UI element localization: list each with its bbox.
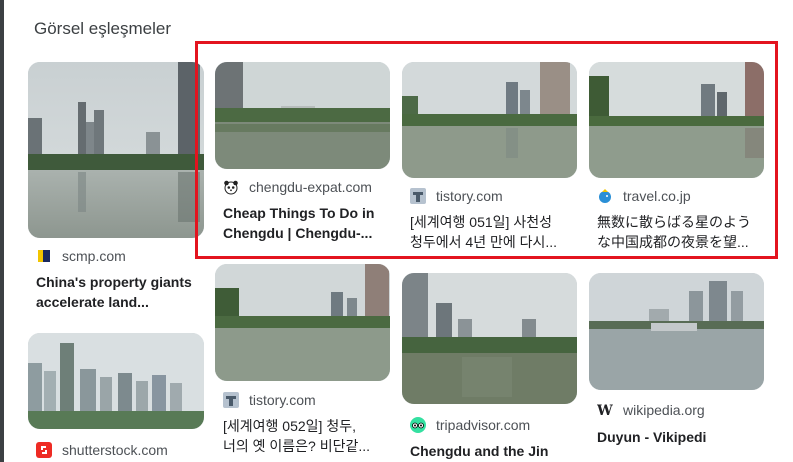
result-title[interactable]: 無数に散らばる星のよう な中国成都の夜景を望...	[597, 212, 772, 252]
source-domain: travel.co.jp	[623, 188, 691, 204]
tripadvisor-icon	[410, 417, 426, 433]
result-source[interactable]: shutterstock.com	[36, 441, 168, 459]
image-result-card-tripadvisor[interactable]: tripadvisor.com Chengdu and the Jin	[402, 273, 577, 462]
result-thumbnail[interactable]	[589, 273, 764, 390]
image-result-card-tistory-052[interactable]: tistory.com [세계여행 052일] 청두, 너의 옛 이름은? 비단…	[215, 264, 390, 462]
result-thumbnail[interactable]	[215, 264, 390, 381]
result-title-line: [세계여행 052일] 청두,	[223, 418, 356, 434]
result-title[interactable]: [세계여행 052일] 청두, 너의 옛 이름은? 비단같...	[223, 416, 398, 456]
image-result-card-tistory-051[interactable]: tistory.com [세계여행 051일] 사천성 청두에서 4년 만에 다…	[402, 62, 577, 252]
result-source[interactable]: scmp.com	[36, 247, 126, 265]
result-source[interactable]: tripadvisor.com	[410, 416, 530, 434]
image-result-card-chengdu-expat[interactable]: chengdu-expat.com Cheap Things To Do in …	[215, 62, 390, 252]
source-domain: shutterstock.com	[62, 442, 168, 458]
visual-matches-title: Görsel eşleşmeler	[34, 19, 171, 38]
result-thumbnail[interactable]	[402, 62, 577, 178]
image-result-card-shutterstock[interactable]: shutterstock.com	[28, 333, 204, 462]
image-result-card-scmp[interactable]: scmp.com China's property giants acceler…	[28, 62, 204, 317]
result-title[interactable]: [세계여행 051일] 사천성 청두에서 4년 만에 다시...	[410, 212, 585, 252]
source-domain: tistory.com	[249, 392, 316, 408]
result-thumbnail[interactable]	[589, 62, 764, 178]
shutterstock-icon	[36, 442, 52, 458]
result-title[interactable]: Cheap Things To Do in Chengdu | Chengdu-…	[223, 203, 398, 243]
source-domain: tistory.com	[436, 188, 503, 204]
result-title-line: Cheap Things To Do in	[223, 205, 375, 221]
svg-text:W: W	[597, 403, 613, 418]
result-source[interactable]: chengdu-expat.com	[223, 178, 372, 196]
result-thumbnail[interactable]	[28, 62, 204, 238]
result-thumbnail[interactable]	[28, 333, 204, 429]
source-domain: scmp.com	[62, 248, 126, 264]
result-title[interactable]: China's property giants accelerate land.…	[36, 272, 212, 312]
result-source[interactable]: travel.co.jp	[597, 187, 691, 205]
scmp-icon	[36, 248, 52, 264]
result-title-line: Chengdu and the Jin	[410, 443, 549, 459]
result-title[interactable]: Chengdu and the Jin	[410, 441, 585, 461]
travel-bird-icon	[597, 188, 613, 204]
result-thumbnail[interactable]	[402, 273, 577, 404]
result-title-line: 너의 옛 이름은? 비단같...	[223, 438, 371, 454]
result-title-line: 無数に散らばる星のよう	[597, 214, 751, 230]
source-domain: chengdu-expat.com	[249, 179, 372, 195]
wikipedia-icon: W	[597, 402, 613, 418]
image-result-card-travel-co-jp[interactable]: travel.co.jp 無数に散らばる星のよう な中国成都の夜景を望...	[589, 62, 764, 252]
source-domain: wikipedia.org	[623, 402, 705, 418]
result-title-line: China's property giants	[36, 274, 192, 290]
result-thumbnail[interactable]	[215, 62, 390, 169]
tistory-icon	[410, 188, 426, 204]
source-domain: tripadvisor.com	[436, 417, 531, 433]
tistory-icon	[223, 392, 239, 408]
result-title-line: Duyun - Vikipedi	[597, 429, 707, 445]
result-source[interactable]: W wikipedia.org	[597, 401, 705, 419]
page-left-border	[0, 0, 4, 462]
result-source[interactable]: tistory.com	[223, 391, 316, 409]
panda-icon	[223, 179, 239, 195]
result-title[interactable]: Duyun - Vikipedi	[597, 427, 772, 447]
result-title-line: Chengdu | Chengdu-...	[223, 225, 373, 241]
result-title-line: accelerate land...	[36, 294, 149, 310]
image-result-card-wikipedia[interactable]: W wikipedia.org Duyun - Vikipedi	[589, 273, 764, 462]
result-source[interactable]: tistory.com	[410, 187, 503, 205]
result-title-line: [세계여행 051일] 사천성	[410, 214, 552, 230]
result-title-line: 청두에서 4년 만에 다시...	[410, 234, 558, 250]
result-title-line: な中国成都の夜景を望...	[597, 234, 749, 250]
